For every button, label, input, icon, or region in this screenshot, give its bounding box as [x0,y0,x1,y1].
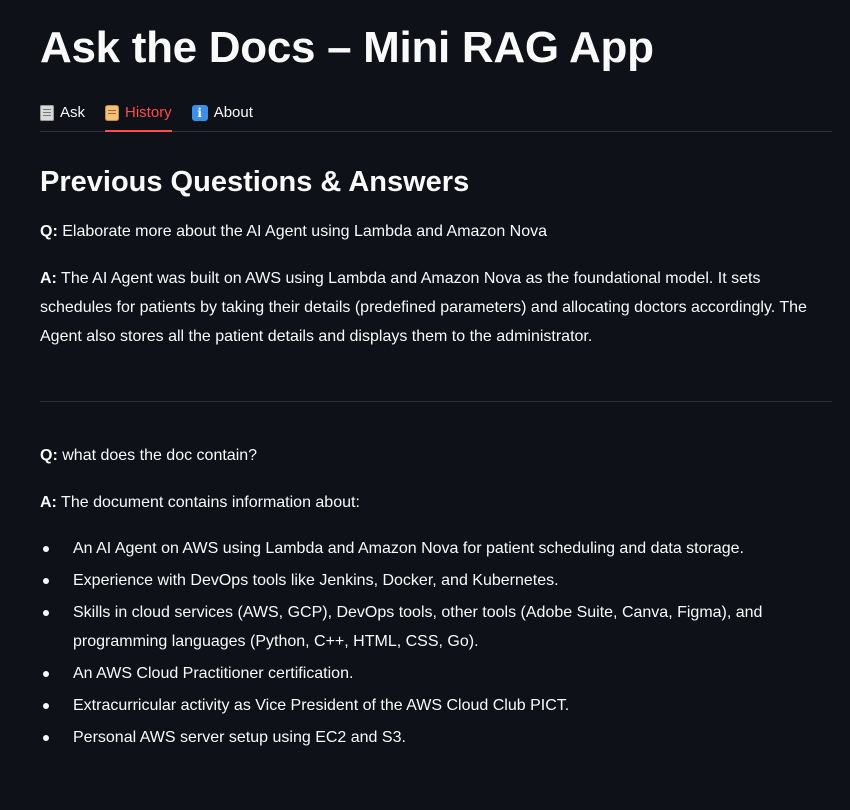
answer-2-bullet-list: An AI Agent on AWS using Lambda and Amaz… [40,534,832,752]
bullet-dot [43,735,49,741]
tab-about[interactable]: i About [191,94,253,131]
question-2: Q: what does the doc contain? [40,441,832,470]
app-container: Ask the Docs – Mini RAG App Ask History … [0,0,850,810]
list-item-text: An AWS Cloud Practitioner certification. [73,665,354,682]
tab-history[interactable]: History [105,94,172,132]
bullet-dot [43,671,49,677]
question-prefix: Q: [40,223,58,240]
question-1-text: Elaborate more about the AI Agent using … [62,223,548,240]
entry-divider [40,401,832,402]
answer-prefix: A: [40,494,57,511]
list-item: An AWS Cloud Practitioner certification. [40,659,832,688]
list-item-text: Extracurricular activity as Vice Preside… [73,697,570,714]
answer-prefix: A: [40,270,57,287]
list-item-text: Skills in cloud services (AWS, GCP), Dev… [73,604,763,650]
bullet-dot [43,546,49,552]
list-item: Experience with DevOps tools like Jenkin… [40,566,832,595]
answer-1-text: The AI Agent was built on AWS using Lamb… [40,270,807,345]
bullet-dot [43,578,49,584]
scroll-icon [105,104,120,121]
tab-ask[interactable]: Ask [40,94,85,131]
page-icon [40,104,54,121]
answer-2-text: The document contains information about: [61,494,360,511]
tab-history-label: History [125,104,172,121]
list-item-text: An AI Agent on AWS using Lambda and Amaz… [73,540,744,557]
list-item: Extracurricular activity as Vice Preside… [40,691,832,720]
tab-bar: Ask History i About [40,94,832,132]
list-item: Personal AWS server setup using EC2 and … [40,723,832,752]
list-item-text: Experience with DevOps tools like Jenkin… [73,572,559,589]
list-item: Skills in cloud services (AWS, GCP), Dev… [40,598,832,656]
question-2-text: what does the doc contain? [62,447,258,464]
answer-2: A: The document contains information abo… [40,488,832,517]
info-icon: i [191,104,208,121]
question-1: Q: Elaborate more about the AI Agent usi… [40,217,832,246]
question-prefix: Q: [40,447,58,464]
tab-ask-label: Ask [60,104,86,121]
app-title: Ask the Docs – Mini RAG App [40,23,654,72]
list-item: An AI Agent on AWS using Lambda and Amaz… [40,534,832,563]
bullet-dot [43,703,49,709]
tab-about-label: About [213,104,253,121]
bullet-dot [43,610,49,616]
history-heading: Previous Questions & Answers [40,166,470,198]
answer-1: A: The AI Agent was built on AWS using L… [40,264,832,351]
list-item-text: Personal AWS server setup using EC2 and … [73,729,406,746]
